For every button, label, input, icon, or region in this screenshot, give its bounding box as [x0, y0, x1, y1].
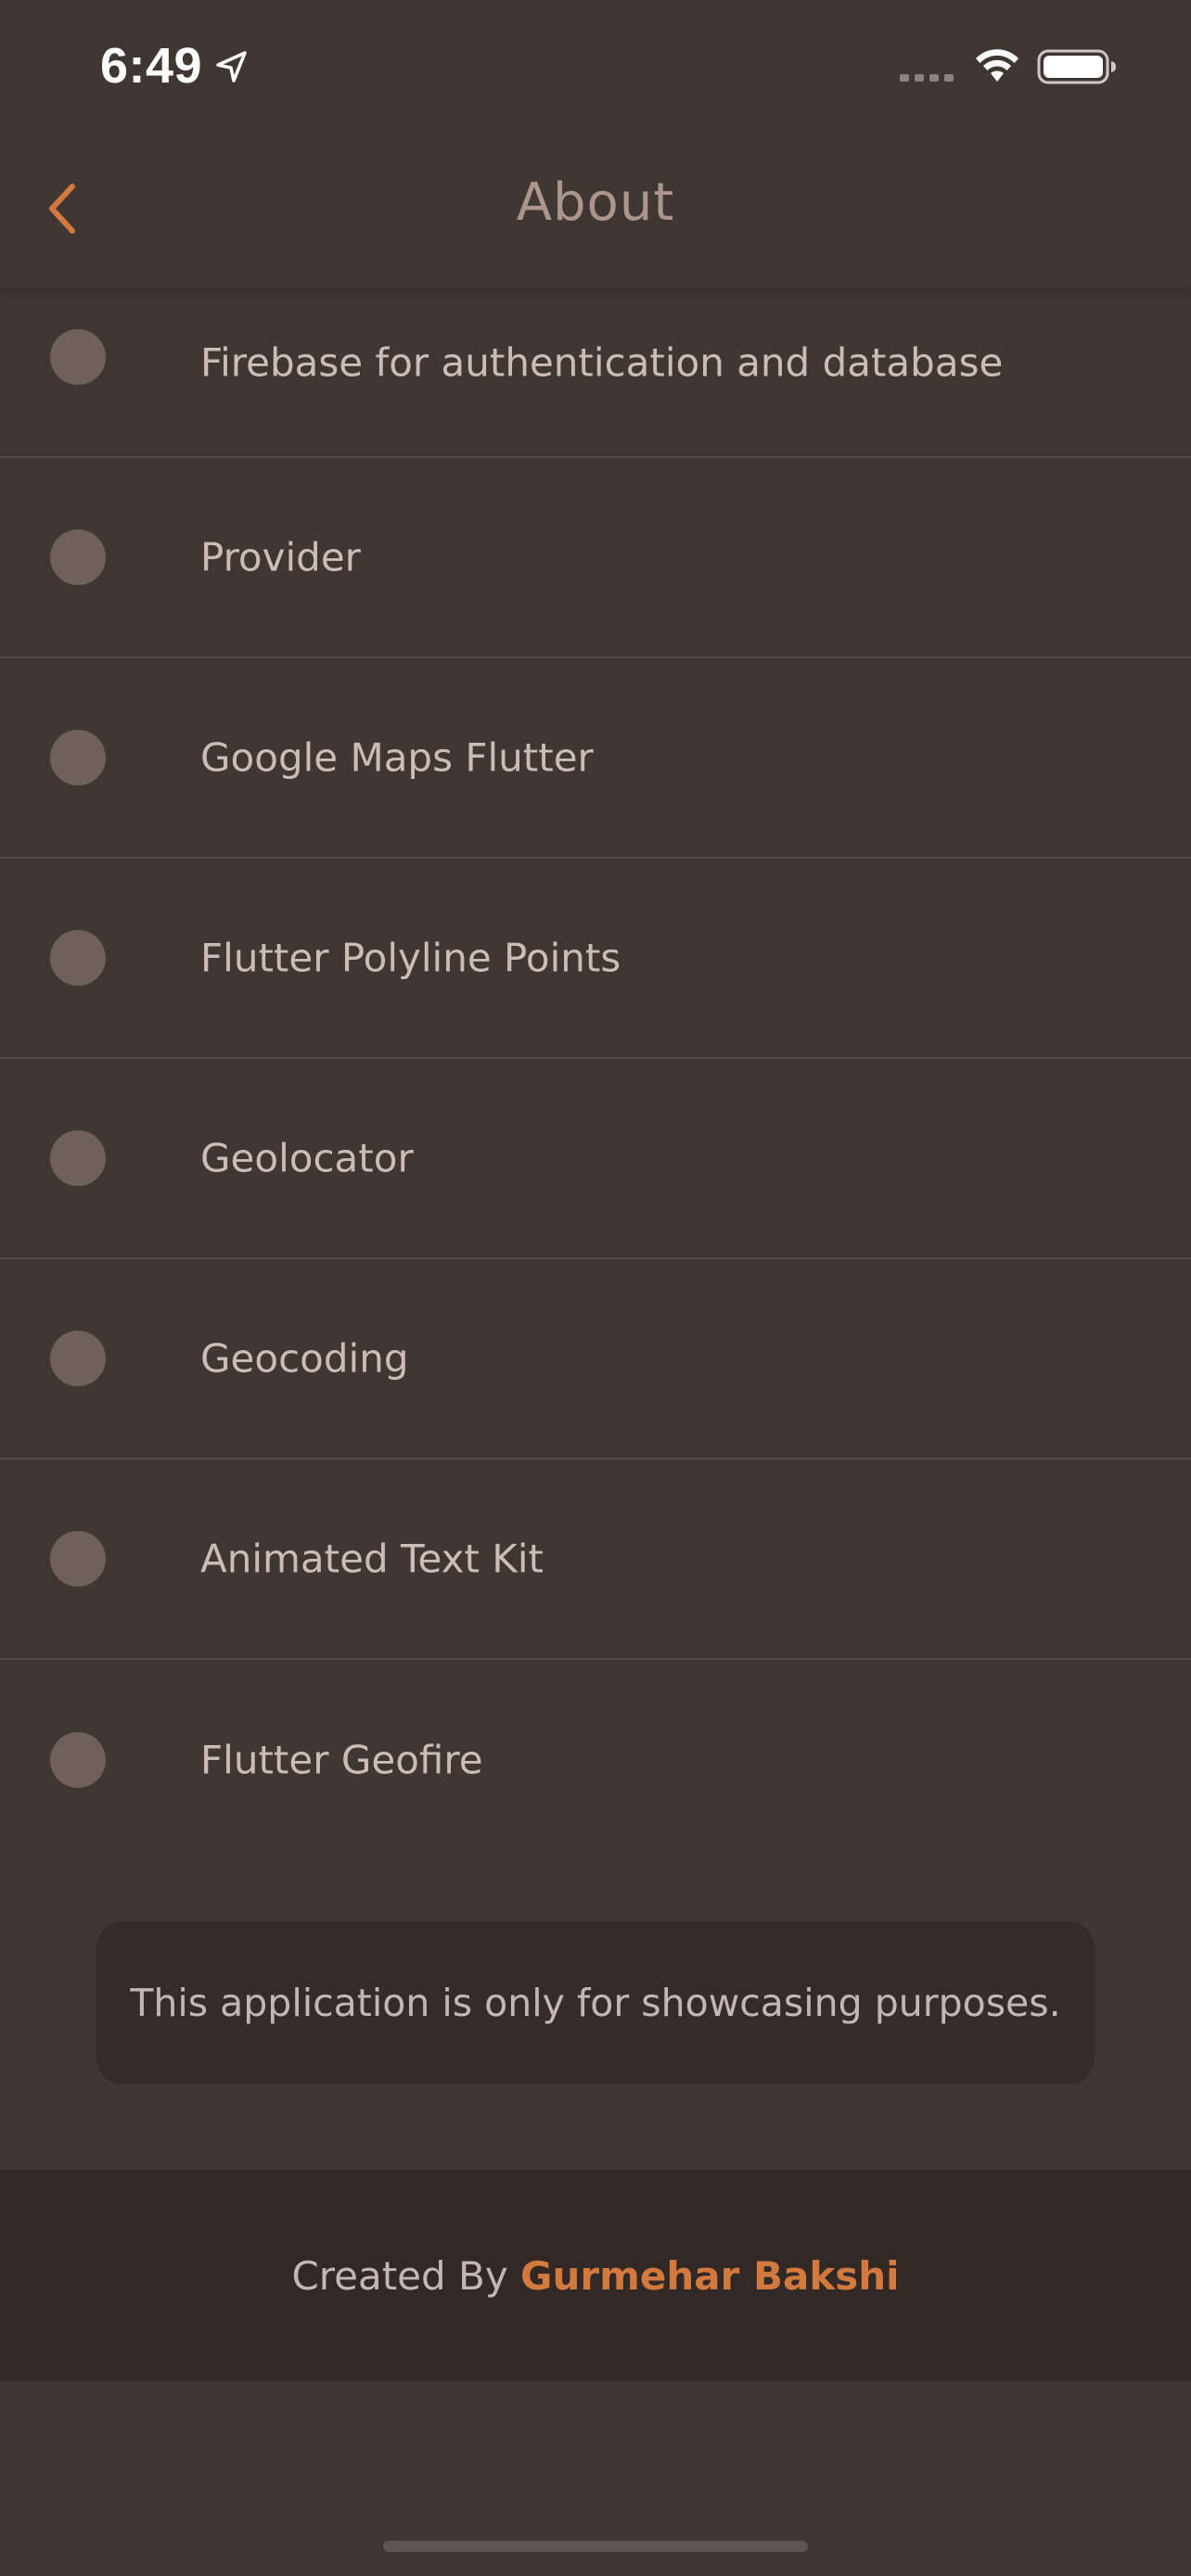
- list-item: Geocoding: [0, 1259, 1191, 1460]
- list-item: Flutter Geofire: [0, 1660, 1191, 1860]
- list-item: Flutter Polyline Points: [0, 859, 1191, 1059]
- list-item-label: Flutter Polyline Points: [200, 935, 621, 981]
- disclaimer-card: This application is only for showcasing …: [96, 1921, 1095, 2085]
- bullet-icon: [50, 1531, 106, 1587]
- status-time: 6:49: [100, 38, 203, 94]
- bullet-icon: [50, 1130, 106, 1186]
- list-item: Google Maps Flutter: [0, 658, 1191, 859]
- bullet-icon: [50, 930, 106, 986]
- list-item: Animated Text Kit: [0, 1460, 1191, 1660]
- list-item-label: Provider: [200, 534, 361, 580]
- list-item-label: Firebase for authentication and database: [200, 339, 1004, 386]
- author-link[interactable]: Gurmehar Bakshi: [520, 2253, 900, 2299]
- footer-credit: Created By Gurmehar Bakshi: [291, 2253, 899, 2299]
- list-item: Firebase for authentication and database: [0, 287, 1191, 458]
- list-item: Provider: [0, 458, 1191, 658]
- cellular-signal-icon: [900, 74, 954, 82]
- bullet-icon: [50, 1732, 106, 1788]
- footer-prefix: Created By: [291, 2252, 521, 2299]
- battery-icon: [1037, 49, 1116, 84]
- list-item-label: Google Maps Flutter: [200, 734, 594, 781]
- app-bar: About: [0, 130, 1191, 287]
- wifi-icon: [976, 49, 1018, 82]
- location-arrow-icon: [216, 51, 247, 83]
- list-item-label: Geolocator: [200, 1135, 414, 1181]
- list-item-label: Geocoding: [200, 1335, 409, 1382]
- bullet-icon: [50, 329, 106, 385]
- footer: Created By Gurmehar Bakshi: [0, 2170, 1191, 2381]
- home-indicator: [383, 2541, 808, 2552]
- bullet-icon: [50, 529, 106, 585]
- page-title: About: [516, 172, 675, 233]
- list-item-label: Flutter Geofire: [200, 1737, 483, 1783]
- status-bar: 6:49: [0, 0, 1191, 130]
- list-item: Geolocator: [0, 1059, 1191, 1259]
- dependency-list: Firebase for authentication and database…: [0, 287, 1191, 1860]
- list-item-label: Animated Text Kit: [200, 1536, 544, 1582]
- bullet-icon: [50, 730, 106, 785]
- bullet-icon: [50, 1331, 106, 1386]
- disclaimer-text: This application is only for showcasing …: [130, 1981, 1061, 2025]
